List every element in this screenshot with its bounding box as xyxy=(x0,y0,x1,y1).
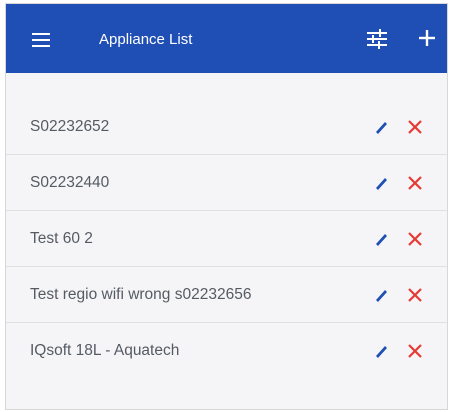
appliance-list: S02232652 S02232440 Test 60 2 Test regio… xyxy=(6,99,447,378)
close-x-icon xyxy=(408,120,422,134)
appliance-name: Test regio wifi wrong s02232656 xyxy=(30,286,252,303)
app-screen: Appliance List S02232652 S02232440 Test … xyxy=(5,3,448,410)
filter-button[interactable] xyxy=(365,28,389,50)
hamburger-menu-icon-line xyxy=(32,39,50,41)
pencil-icon xyxy=(376,178,387,190)
appliance-name: IQsoft 18L - Aquatech xyxy=(30,342,180,359)
app-frame: Appliance List S02232652 S02232440 Test … xyxy=(0,0,449,412)
hamburger-menu-icon-line xyxy=(32,45,50,47)
pencil-icon xyxy=(376,346,387,358)
edit-button[interactable] xyxy=(373,230,391,248)
hamburger-menu-icon xyxy=(32,33,50,35)
edit-button[interactable] xyxy=(373,118,391,136)
pencil-icon xyxy=(376,122,387,134)
delete-button[interactable] xyxy=(405,341,425,361)
list-item[interactable]: Test regio wifi wrong s02232656 xyxy=(6,267,447,323)
list-item[interactable]: IQsoft 18L - Aquatech xyxy=(6,323,447,378)
add-appliance-button[interactable] xyxy=(416,26,438,50)
close-x-icon xyxy=(408,288,422,302)
pencil-icon xyxy=(376,290,387,302)
edit-button[interactable] xyxy=(373,286,391,304)
edit-button[interactable] xyxy=(373,174,391,192)
close-x-icon xyxy=(408,232,422,246)
pencil-icon xyxy=(376,234,387,246)
appliance-name: S02232440 xyxy=(30,174,110,191)
list-item[interactable]: Test 60 2 xyxy=(6,211,447,267)
close-x-icon xyxy=(408,176,422,190)
menu-button[interactable] xyxy=(32,30,56,52)
delete-button[interactable] xyxy=(405,173,425,193)
app-bar: Appliance List xyxy=(6,4,447,73)
list-item[interactable]: S02232652 xyxy=(6,99,447,155)
appliance-name: Test 60 2 xyxy=(30,230,93,247)
delete-button[interactable] xyxy=(405,229,425,249)
close-x-icon xyxy=(408,344,422,358)
delete-button[interactable] xyxy=(405,117,425,137)
appliance-name: S02232652 xyxy=(30,118,110,135)
list-item[interactable]: S02232440 xyxy=(6,155,447,211)
plus-icon xyxy=(419,30,435,46)
page-title: Appliance List xyxy=(99,31,193,48)
delete-button[interactable] xyxy=(405,285,425,305)
edit-button[interactable] xyxy=(373,342,391,360)
tune-sliders-icon xyxy=(367,29,387,49)
